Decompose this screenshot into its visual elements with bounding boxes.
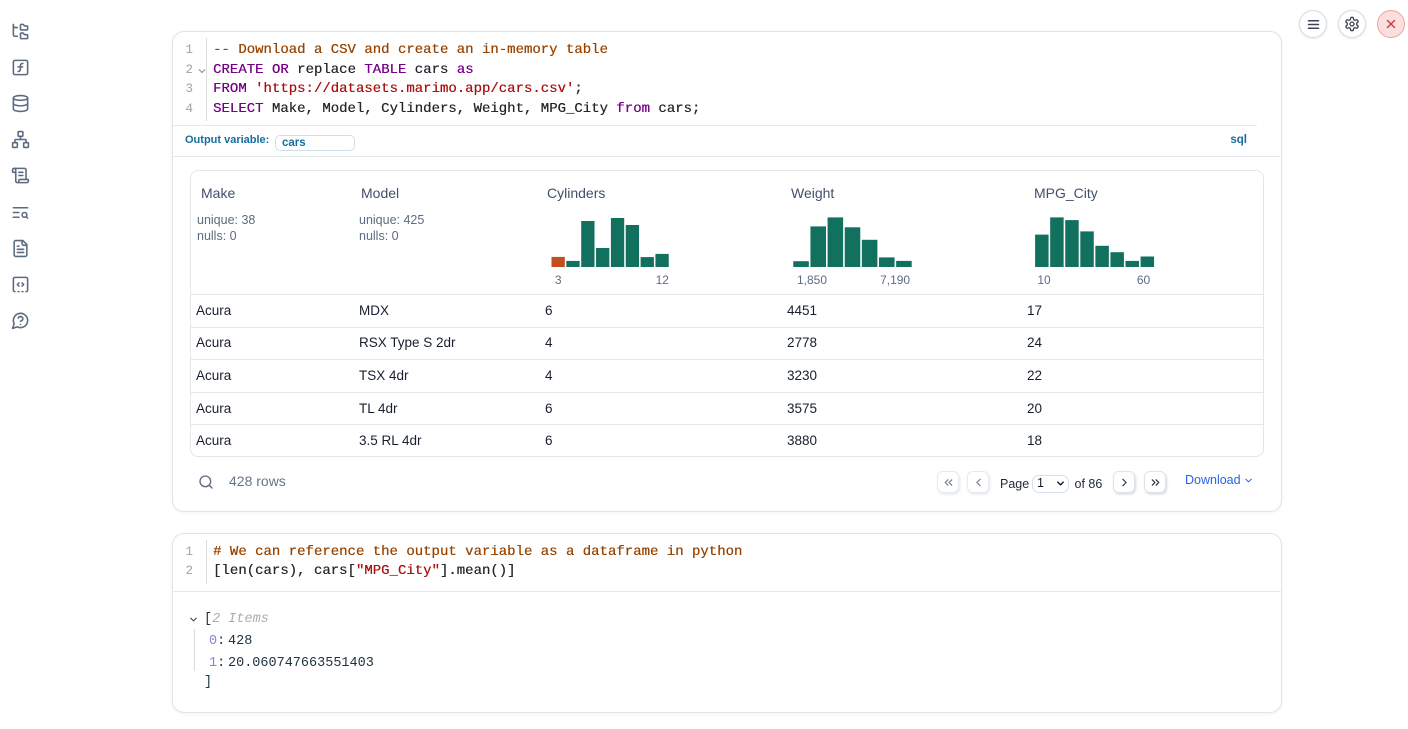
svg-text:1,850: 1,850 [797, 273, 827, 287]
svg-text:10: 10 [1037, 273, 1051, 287]
svg-text:7,190: 7,190 [880, 273, 910, 287]
svg-text:60: 60 [1137, 273, 1151, 287]
svg-text:3: 3 [555, 273, 562, 287]
svg-text:12: 12 [656, 273, 670, 287]
